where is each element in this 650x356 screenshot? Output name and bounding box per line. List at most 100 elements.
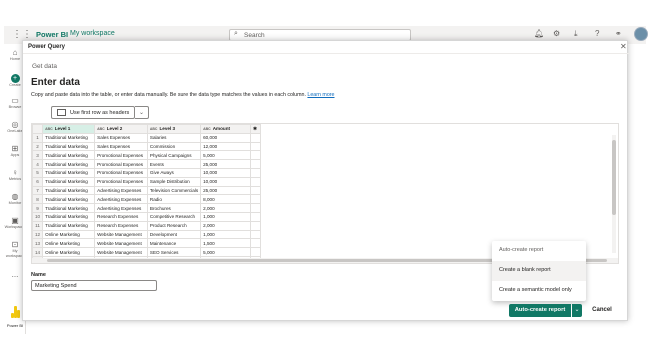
row-number[interactable]: 12 [32,229,44,240]
table-cell[interactable]: Traditional Marketing [42,159,96,169]
table-cell[interactable]: 25,000 [200,185,252,196]
empty-cell[interactable] [250,211,262,222]
table-cell[interactable]: Promotional Expenses [94,150,148,161]
table-cell[interactable]: 1,000 [200,211,252,222]
empty-cell[interactable] [250,150,262,161]
table-cell[interactable]: Physical Campaigns [146,150,202,161]
breadcrumb[interactable]: Get data [32,63,57,70]
table-cell[interactable]: Website Management [94,247,148,257]
row-number-header[interactable] [32,124,44,134]
table-cell[interactable]: 60,000 [200,132,252,143]
table-cell[interactable]: Advertising Expenses [94,194,148,205]
table-cell[interactable]: Give Aways [146,167,202,178]
settings-icon[interactable]: ⚙ [553,29,560,38]
empty-cell[interactable] [250,194,262,205]
learn-more-link[interactable]: Learn more [307,92,334,98]
table-cell[interactable]: 8,000 [200,194,252,205]
empty-cell[interactable] [250,132,262,143]
download-icon[interactable]: ⤓ [574,29,578,39]
row-number[interactable]: 6 [32,176,44,187]
table-cell[interactable]: Promotional Expenses [94,167,148,178]
column-header[interactable]: ABC Amount [200,124,252,134]
table-cell[interactable]: 10,000 [200,176,252,187]
table-cell[interactable]: Sales Expenses [94,141,148,152]
row-number[interactable]: 13 [32,238,44,249]
column-header[interactable]: ABC Level 2 [94,124,148,134]
row-number[interactable]: 8 [32,194,44,205]
workspace-breadcrumb[interactable]: My workspace [70,30,115,37]
table-row[interactable]: 1 Traditional Marketing Sales Expenses Sala… [32,132,262,143]
table-cell[interactable]: 2,000 [200,220,252,231]
table-cell[interactable]: Advertising Expenses [94,185,148,196]
table-cell[interactable]: 1,000 [200,229,252,240]
menu-item-semantic-model[interactable]: Create a semantic model only [492,281,586,301]
table-cell[interactable]: Television Commercials [146,185,202,196]
table-cell[interactable]: Online Marketing [42,229,96,240]
table-cell[interactable]: Traditional Marketing [42,167,96,178]
table-row[interactable]: 8 Traditional Marketing Advertising Expens… [32,194,262,205]
row-number[interactable]: 3 [32,150,44,161]
empty-cell[interactable] [250,159,262,169]
scroll-thumb[interactable] [612,140,616,215]
table-cell[interactable]: Website Management [94,238,148,249]
auto-create-report-button[interactable]: Auto-create report [509,304,571,317]
table-cell[interactable]: Traditional Marketing [42,176,96,187]
app-launcher-icon[interactable]: ⋮⋮ [12,29,32,40]
table-cell[interactable]: 25,000 [200,159,252,169]
notification-icon[interactable]: 🔔︎ [534,29,544,38]
table-cell[interactable]: Online Marketing [42,238,96,249]
chevron-down-icon[interactable]: ⌄ [572,304,582,317]
empty-cell[interactable] [250,176,262,187]
cancel-button[interactable]: Cancel [586,304,618,317]
table-cell[interactable]: Website Management [94,229,148,240]
table-cell[interactable]: Brochures [146,203,202,213]
table-cell[interactable]: Sales Expenses [94,132,148,143]
table-cell[interactable]: Traditional Marketing [42,203,96,213]
table-row[interactable]: 10 Traditional Marketing Research Expenses… [32,211,262,222]
empty-cell[interactable] [250,229,262,240]
menu-item-blank-report[interactable]: Create a blank report [492,261,586,281]
table-row[interactable]: 12 Online Marketing Website Management Deve… [32,229,262,240]
table-cell[interactable]: Salaries [146,132,202,143]
table-row[interactable]: 14 Online Marketing Website Management SEO … [32,247,262,257]
row-number[interactable]: 1 [32,132,44,143]
column-header[interactable]: ABC Level 3 [146,124,202,134]
table-row[interactable]: 2 Traditional Marketing Sales Expenses Comm… [32,141,262,152]
table-cell[interactable]: Traditional Marketing [42,220,96,231]
row-number[interactable]: 14 [32,247,44,257]
row-number[interactable]: 11 [32,220,44,231]
table-cell[interactable]: Traditional Marketing [42,211,96,222]
table-cell[interactable]: Online Marketing [42,247,96,257]
table-cell[interactable]: Advertising Expenses [94,203,148,213]
table-cell[interactable]: Maintenance [146,238,202,249]
empty-cell[interactable] [250,167,262,178]
row-number[interactable]: 4 [32,159,44,169]
empty-cell[interactable] [250,238,262,249]
table-cell[interactable]: 5,000 [200,150,252,161]
table-cell[interactable]: Traditional Marketing [42,185,96,196]
column-header[interactable]: ABC Level 1 [42,124,96,134]
table-cell[interactable]: Research Expenses [94,211,148,222]
table-cell[interactable]: SEO Services [146,247,202,257]
use-first-row-headers-button[interactable]: Use first row as headers [51,106,135,119]
avatar[interactable] [634,27,648,41]
table-cell[interactable]: Sample Distribution [146,176,202,187]
table-cell[interactable]: Product Research [146,220,202,231]
table-cell[interactable]: Traditional Marketing [42,141,96,152]
row-number[interactable]: 9 [32,203,44,213]
table-cell[interactable]: Traditional Marketing [42,150,96,161]
table-cell[interactable]: 10,000 [200,167,252,178]
table-cell[interactable]: Events [146,159,202,169]
table-cell[interactable]: Research Expenses [94,220,148,231]
name-input[interactable] [31,280,157,291]
menu-item-auto-create[interactable]: Auto-create report [492,241,586,261]
row-number[interactable]: 10 [32,211,44,222]
help-icon[interactable]: ? [595,29,599,38]
table-cell[interactable]: 2,000 [200,203,252,213]
table-row[interactable]: 4 Traditional Marketing Promotional Expens… [32,159,262,169]
add-column-button[interactable]: ✱ [250,124,262,134]
empty-cell[interactable] [250,203,262,213]
empty-cell[interactable] [250,141,262,152]
table-row[interactable]: 9 Traditional Marketing Advertising Expens… [32,203,262,213]
empty-cell[interactable] [250,220,262,231]
